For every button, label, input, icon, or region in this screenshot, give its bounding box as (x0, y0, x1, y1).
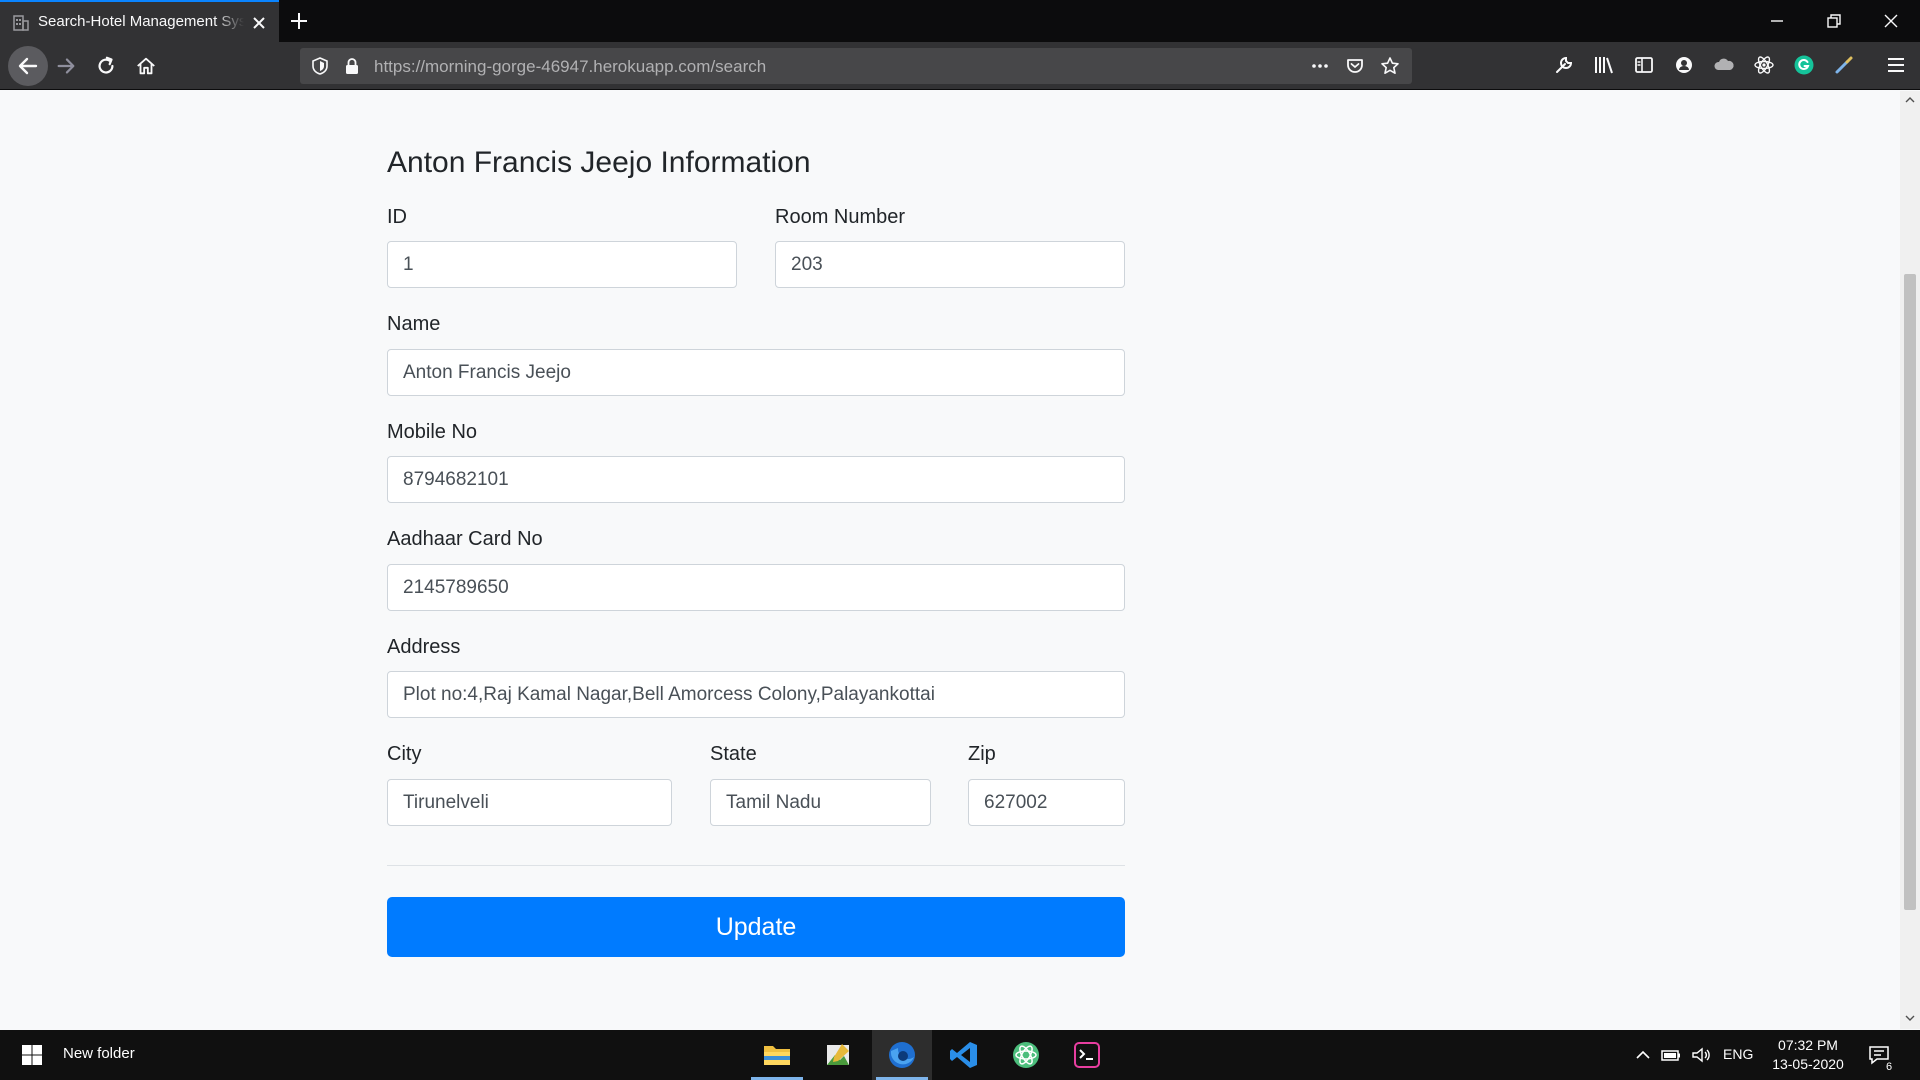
url-bar[interactable]: https://morning-gorge-46947.herokuapp.co… (300, 48, 1412, 84)
terminal-icon (1074, 1042, 1100, 1068)
aadhaar-input[interactable] (387, 564, 1125, 611)
more-actions-icon[interactable] (1310, 56, 1330, 76)
notification-count-badge: 6 (1882, 1060, 1896, 1074)
mobile-label: Mobile No (387, 421, 478, 443)
image-editor-app[interactable] (808, 1030, 868, 1080)
terminal-app[interactable] (1057, 1030, 1117, 1080)
state-input[interactable] (710, 779, 931, 826)
id-input[interactable] (387, 241, 737, 288)
folder-icon (764, 1046, 790, 1065)
atom-app[interactable] (996, 1030, 1056, 1080)
scroll-up-arrow-icon[interactable] (1905, 95, 1915, 105)
state-label: State (710, 743, 757, 765)
wrench-icon[interactable] (1553, 54, 1575, 76)
vscode-app[interactable] (934, 1030, 994, 1080)
sidebar-icon[interactable] (1633, 54, 1655, 76)
mobile-input[interactable] (387, 456, 1125, 503)
forward-button[interactable] (49, 49, 83, 83)
hamburger-menu-icon[interactable] (1885, 54, 1907, 76)
zip-input[interactable] (968, 779, 1125, 826)
city-input[interactable] (387, 779, 672, 826)
arrow-right-icon (57, 58, 75, 74)
volume-icon[interactable] (1690, 1044, 1712, 1066)
color-picker-icon[interactable] (1833, 54, 1855, 76)
home-icon (137, 57, 155, 75)
library-icon[interactable] (1593, 54, 1615, 76)
reload-button[interactable] (89, 49, 123, 83)
address-input[interactable] (387, 671, 1125, 718)
pocket-icon[interactable] (1345, 56, 1365, 76)
chevron-up-icon[interactable] (1632, 1044, 1654, 1066)
battery-icon[interactable] (1660, 1044, 1682, 1066)
close-window-icon[interactable] (1880, 10, 1902, 32)
page-scrollbar[interactable] (1900, 91, 1920, 1029)
page-content: Anton Francis Jeejo Information ID Room … (0, 91, 1900, 1029)
lock-icon[interactable] (342, 56, 362, 76)
url-text[interactable]: https://morning-gorge-46947.herokuapp.co… (374, 57, 766, 77)
scroll-thumb[interactable] (1904, 274, 1916, 910)
windows-taskbar: New folder ENG 07:32 PM 13-05-2020 6 (0, 1030, 1920, 1080)
bookmark-star-icon[interactable] (1380, 56, 1400, 76)
atom-icon (1013, 1042, 1039, 1068)
address-label: Address (387, 636, 461, 658)
clock-date: 13-05-2020 (1772, 1056, 1844, 1072)
reload-icon (98, 56, 114, 74)
restore-window-icon[interactable] (1823, 10, 1845, 32)
aadhaar-label: Aadhaar Card No (387, 528, 543, 550)
taskbar-clock[interactable]: 07:32 PM 13-05-2020 (1766, 1036, 1850, 1074)
name-label: Name (387, 313, 441, 335)
grammarly-icon[interactable] (1793, 54, 1815, 76)
room-number-input[interactable] (775, 241, 1125, 288)
browser-tab-active[interactable]: Search-Hotel Management System (0, 0, 279, 42)
browser-toolbar: https://morning-gorge-46947.herokuapp.co… (0, 42, 1920, 90)
cloud-extension-icon[interactable] (1713, 54, 1735, 76)
browser-tab-bar: Search-Hotel Management System (0, 0, 1920, 42)
update-button[interactable]: Update (387, 897, 1125, 957)
form-divider (387, 865, 1125, 866)
taskbar-search-text[interactable]: New folder (63, 1045, 135, 1062)
room-number-label: Room Number (775, 206, 906, 228)
home-button[interactable] (129, 49, 163, 83)
page-title: Anton Francis Jeejo Information (387, 146, 811, 179)
vscode-icon (950, 1042, 977, 1068)
file-explorer-app[interactable] (747, 1030, 807, 1080)
react-devtools-icon[interactable] (1753, 54, 1775, 76)
start-button[interactable] (8, 1030, 56, 1080)
building-icon (13, 15, 29, 31)
zip-label: Zip (968, 743, 996, 765)
arrow-left-icon (18, 57, 38, 75)
close-tab-icon[interactable] (250, 14, 268, 32)
minimize-window-icon[interactable] (1766, 10, 1788, 32)
windows-logo-icon (22, 1045, 42, 1065)
id-label: ID (387, 206, 407, 228)
tab-title: Search-Hotel Management System (38, 13, 244, 30)
scroll-down-arrow-icon[interactable] (1905, 1013, 1915, 1023)
paint-app-icon (827, 1044, 849, 1065)
back-button[interactable] (8, 46, 48, 86)
firefox-app[interactable] (872, 1030, 932, 1080)
city-label: City (387, 743, 422, 765)
url-host: https://morning-gorge-46947.herokuapp.co… (374, 57, 711, 76)
language-indicator[interactable]: ENG (1723, 1046, 1753, 1062)
account-icon[interactable] (1673, 54, 1695, 76)
clock-time: 07:32 PM (1778, 1037, 1838, 1053)
shield-icon[interactable] (310, 56, 330, 76)
firefox-icon (889, 1042, 915, 1068)
new-tab-plus-icon[interactable] (288, 10, 310, 32)
name-input[interactable] (387, 349, 1125, 396)
url-path: /search (710, 57, 767, 76)
